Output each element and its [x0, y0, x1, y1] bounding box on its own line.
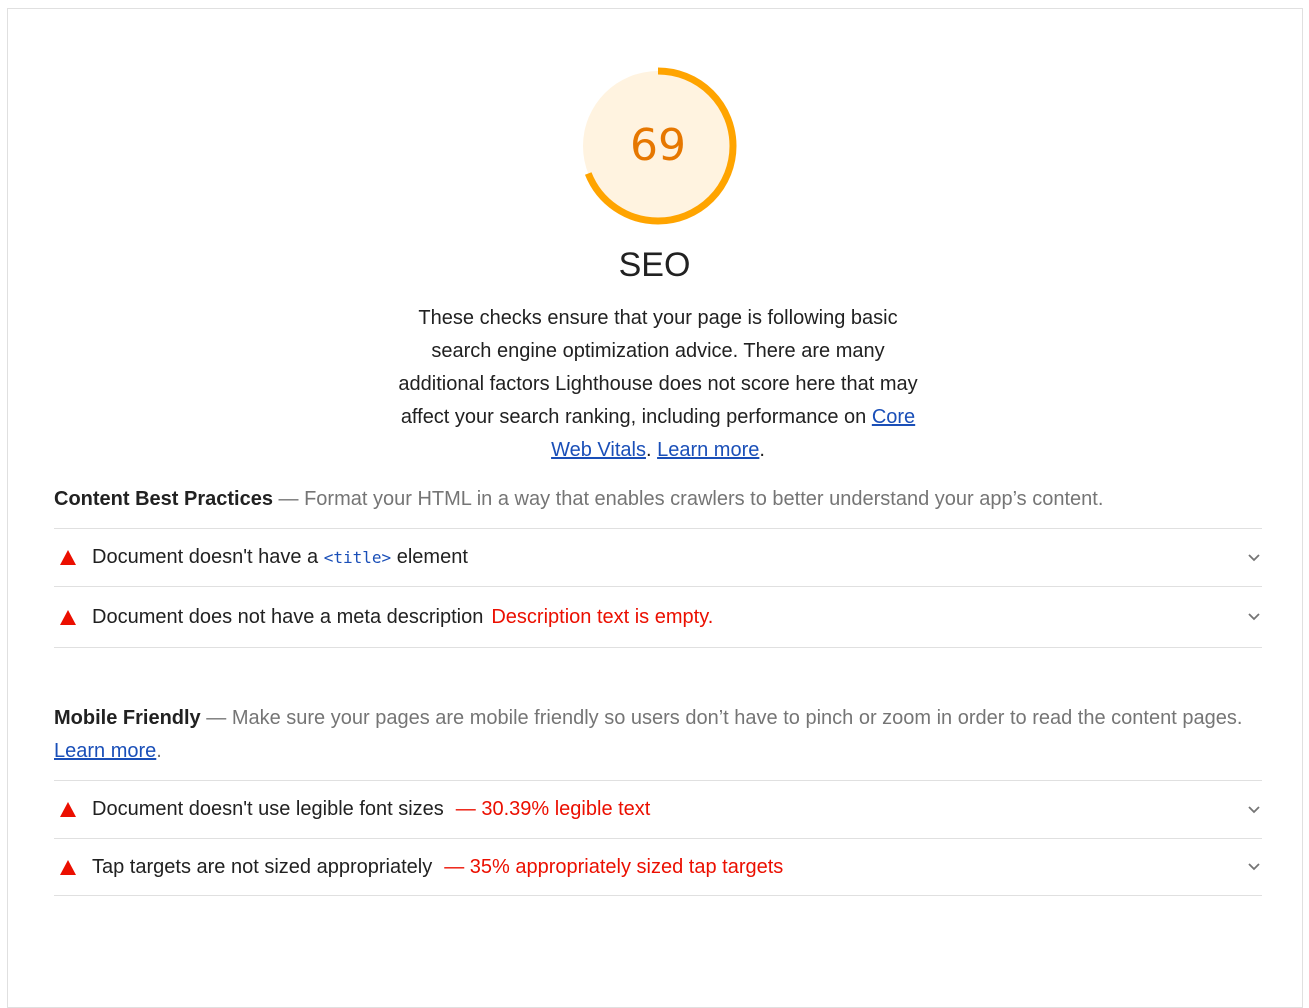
- fail-triangle-icon: [60, 609, 76, 625]
- group-separator: —: [272, 488, 305, 510]
- fail-triangle-icon: [60, 802, 76, 817]
- audit-title: Tap targets are not sized appropriately: [92, 855, 433, 878]
- score-value: 69: [630, 119, 686, 171]
- audit-meta-description[interactable]: Document does not have a meta descriptio…: [54, 586, 1262, 648]
- chevron-down-icon[interactable]: [1246, 609, 1262, 625]
- title-element-code: <title>: [323, 548, 392, 567]
- description-text: These checks ensure that your page is fo…: [398, 307, 918, 428]
- group-description: Format your HTML in a way that enables c…: [304, 488, 1104, 510]
- chevron-down-icon[interactable]: [1246, 802, 1262, 818]
- group-header-content-best-practices: Content Best Practices — Format your HTM…: [54, 483, 1264, 516]
- learn-more-link[interactable]: Learn more: [54, 740, 156, 762]
- learn-more-link[interactable]: Learn more: [657, 439, 759, 461]
- group-title: Content Best Practices: [54, 488, 273, 510]
- description-separator: .: [645, 439, 658, 461]
- fail-triangle-icon: [60, 859, 76, 875]
- audit-document-title[interactable]: Document doesn't have a <title> element: [54, 528, 1262, 586]
- chevron-down-icon[interactable]: [1246, 550, 1262, 566]
- audit-display-value: — 35% appropriately sized tap targets: [444, 855, 784, 878]
- audit-title: Document does not have a meta descriptio…: [92, 605, 484, 628]
- category-description: These checks ensure that your page is fo…: [388, 302, 928, 467]
- score-gauge[interactable]: 69: [578, 66, 738, 226]
- category-title: SEO: [618, 246, 691, 284]
- audit-font-size[interactable]: Document doesn't use legible font sizes …: [54, 780, 1262, 838]
- group-description-end: .: [156, 740, 162, 762]
- audit-display-value: Description text is empty.: [491, 605, 714, 628]
- audit-tap-targets[interactable]: Tap targets are not sized appropriately …: [54, 838, 1262, 896]
- audit-title-after: element: [391, 546, 468, 568]
- chevron-down-icon[interactable]: [1246, 859, 1262, 875]
- group-description: Make sure your pages are mobile friendly…: [231, 707, 1243, 729]
- group-separator: —: [200, 707, 232, 729]
- audit-title: Document doesn't have a <title> element: [92, 546, 468, 569]
- description-end: .: [759, 439, 765, 461]
- audit-display-value: — 30.39% legible text: [455, 798, 651, 820]
- audit-title: Document doesn't use legible font sizes: [92, 798, 444, 820]
- group-header-mobile-friendly: Mobile Friendly — Make sure your pages a…: [54, 702, 1264, 768]
- fail-triangle-icon: [60, 550, 76, 565]
- group-title: Mobile Friendly: [54, 707, 201, 729]
- audit-title-before: Document doesn't have a: [92, 546, 324, 568]
